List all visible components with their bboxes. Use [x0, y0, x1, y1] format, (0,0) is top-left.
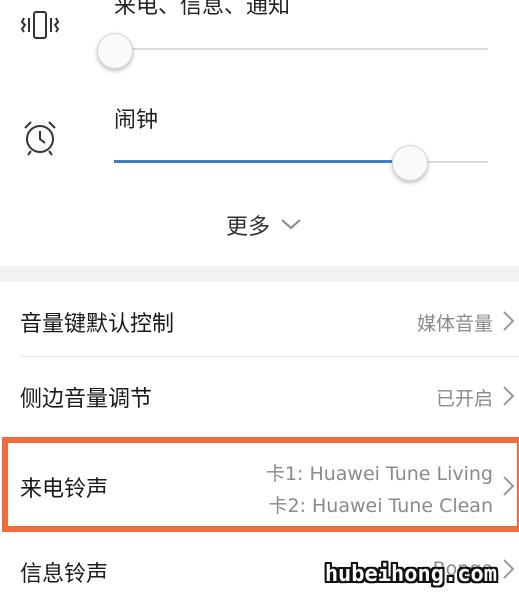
highlight-box [2, 437, 519, 532]
row-value: 媒体音量 [416, 313, 493, 335]
settings-row-volume-key[interactable]: 音量键默认控制 媒体音量 [0, 282, 519, 356]
chevron-down-icon [280, 216, 302, 235]
row-value: 已开启 [435, 388, 493, 410]
alarm-volume-thumb[interactable] [392, 145, 429, 181]
alarm-clock-icon [20, 118, 60, 158]
chevron-right-icon [501, 310, 515, 336]
chevron-right-icon [501, 385, 515, 411]
alarm-volume-label: 闹钟 [114, 108, 159, 133]
vibrate-icon [20, 8, 60, 44]
more-label: 更多 [226, 215, 271, 240]
row-label: 信息铃声 [20, 562, 109, 587]
ring-volume-track[interactable] [114, 48, 488, 50]
more-button[interactable]: 更多 [226, 208, 302, 242]
chevron-right-icon [501, 558, 515, 584]
section-separator [0, 266, 519, 282]
ring-volume-label: 来电、信息、通知 [114, 0, 291, 19]
row-label: 音量键默认控制 [20, 312, 175, 337]
ring-volume-thumb[interactable] [97, 33, 133, 69]
watermark: hubeihong.com [324, 562, 497, 587]
alarm-volume-fill [114, 160, 410, 163]
row-label: 侧边音量调节 [20, 387, 153, 412]
settings-row-side-volume[interactable]: 侧边音量调节 已开启 [0, 357, 519, 433]
